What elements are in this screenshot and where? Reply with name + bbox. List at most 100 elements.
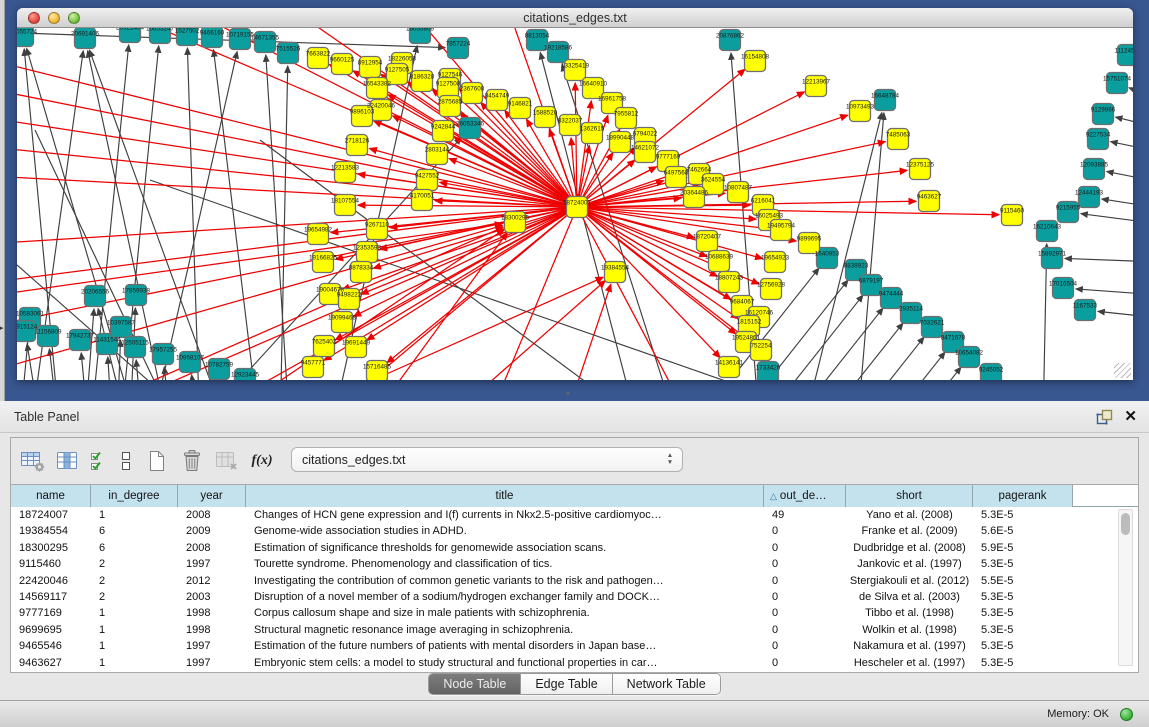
column-header-pagerank[interactable]: pagerank xyxy=(973,485,1073,507)
close-panel-icon[interactable]: ✕ xyxy=(1124,408,1137,426)
table-row[interactable]: 946362711997Embryonic stem cells: a mode… xyxy=(11,655,1138,671)
table-row[interactable]: 1830029562008Estimation of significance … xyxy=(11,540,1138,556)
cell-title[interactable]: Genome-wide association studies in ADHD. xyxy=(246,523,764,539)
graph-edge[interactable] xyxy=(874,367,961,380)
column-header-name[interactable]: name xyxy=(11,485,91,507)
cell-year[interactable]: 1997 xyxy=(178,638,246,654)
graph-edge[interactable] xyxy=(187,48,200,380)
graph-edge[interactable] xyxy=(387,207,577,363)
cell-short[interactable]: Nakamura et al. (1997) xyxy=(846,638,973,654)
cell-name[interactable]: 18724007 xyxy=(11,507,91,523)
cell-year[interactable]: 2008 xyxy=(178,507,246,523)
cell-short[interactable]: de Silva et al. (2003) xyxy=(846,589,973,605)
cell-pagerank[interactable]: 5.3E-5 xyxy=(973,655,1073,671)
cell-name[interactable]: 9699695 xyxy=(11,622,91,638)
graph-edge[interactable] xyxy=(17,145,577,207)
graph-edge[interactable] xyxy=(1102,199,1133,208)
network-canvas[interactable]: 1872400718300295193845541405572420691406… xyxy=(17,28,1133,380)
cell-title[interactable]: Estimation of significance thresholds fo… xyxy=(246,540,764,556)
resize-grip[interactable] xyxy=(1114,363,1131,378)
cell-pagerank[interactable]: 5.3E-5 xyxy=(973,507,1073,523)
cell-short[interactable]: Tibbo et al. (1998) xyxy=(846,605,973,621)
cell-pagerank[interactable]: 5.3E-5 xyxy=(973,605,1073,621)
cell-indegree[interactable]: 2 xyxy=(91,573,178,589)
table-row[interactable]: 977716911998Corpus callosum shape and si… xyxy=(11,605,1138,621)
graph-edge[interactable] xyxy=(1081,214,1133,224)
cell-title[interactable]: Corpus callosum shape and size in male p… xyxy=(246,605,764,621)
table-mode-icon[interactable] xyxy=(19,446,47,476)
graph-edge[interactable] xyxy=(360,233,507,380)
cell-indegree[interactable]: 1 xyxy=(91,655,178,671)
cell-pagerank[interactable]: 5.3E-5 xyxy=(973,589,1073,605)
graph-edge[interactable] xyxy=(17,55,577,207)
table-row[interactable]: 2242004622012Investigating the contribut… xyxy=(11,573,1138,589)
cell-short[interactable]: Jankovic et al. (1997) xyxy=(846,556,973,572)
show-columns-icon[interactable] xyxy=(54,446,82,476)
cell-indegree[interactable]: 1 xyxy=(91,638,178,654)
cell-indegree[interactable]: 6 xyxy=(91,523,178,539)
delete-column-icon[interactable] xyxy=(178,446,206,476)
cell-title[interactable]: Embryonic stem cells: a model to study s… xyxy=(246,655,764,671)
network-view[interactable]: 1872400718300295193845541405572420691406… xyxy=(17,28,1133,380)
table-vertical-scrollbar[interactable] xyxy=(1118,509,1133,666)
cell-short[interactable]: Hescheler et al. (1997) xyxy=(846,655,973,671)
cell-pagerank[interactable]: 5.3E-5 xyxy=(973,556,1073,572)
cell-name[interactable]: 9463627 xyxy=(11,655,91,671)
collapsed-left-panel-strip[interactable]: ▸ xyxy=(0,0,5,401)
graph-edge[interactable] xyxy=(776,295,863,380)
column-header-short[interactable]: short xyxy=(846,485,973,507)
graph-edge[interactable] xyxy=(1076,289,1133,295)
column-header-year[interactable]: year xyxy=(178,485,246,507)
graph-edge[interactable] xyxy=(17,207,577,245)
cell-short[interactable]: Dudbridge et al. (2008) xyxy=(846,540,973,556)
cell-name[interactable]: 9777169 xyxy=(11,605,91,621)
cell-indegree[interactable]: 6 xyxy=(91,540,178,556)
cell-outde[interactable]: 0 xyxy=(764,556,846,572)
cell-name[interactable]: 9465546 xyxy=(11,638,91,654)
cell-short[interactable]: Yano et al. (2008) xyxy=(846,507,973,523)
cell-pagerank[interactable]: 5.5E-5 xyxy=(973,573,1073,589)
cell-outde[interactable]: 0 xyxy=(764,589,846,605)
graph-edge[interactable] xyxy=(17,175,577,207)
cell-name[interactable]: 22420046 xyxy=(11,573,91,589)
cell-indegree[interactable]: 1 xyxy=(91,605,178,621)
function-builder-icon[interactable]: f(x) xyxy=(248,446,276,476)
cell-year[interactable]: 2008 xyxy=(178,540,246,556)
cell-pagerank[interactable]: 5.3E-5 xyxy=(973,638,1073,654)
cell-short[interactable]: Stergiakouli et al. (2012) xyxy=(846,573,973,589)
graph-edge[interactable] xyxy=(1065,258,1133,262)
graph-edge[interactable] xyxy=(1116,117,1133,128)
table-source-select[interactable]: citations_edges.txt ▲▼ xyxy=(291,447,683,472)
graph-edge[interactable] xyxy=(858,113,884,380)
table-row[interactable]: 969969511998Structural magnetic resonanc… xyxy=(11,622,1138,638)
graph-edge[interactable] xyxy=(361,207,577,294)
cell-outde[interactable]: 0 xyxy=(764,540,846,556)
cell-title[interactable]: Structural magnetic resonance image aver… xyxy=(246,622,764,638)
cell-year[interactable]: 2003 xyxy=(178,589,246,605)
table-row[interactable]: 1456911722003Disruption of a novel membe… xyxy=(11,589,1138,605)
new-column-icon[interactable] xyxy=(143,446,171,476)
cell-short[interactable]: Franke et al. (2009) xyxy=(846,523,973,539)
column-header-outde[interactable]: △out_de… xyxy=(764,485,846,507)
graph-edge[interactable] xyxy=(1111,142,1133,152)
cell-outde[interactable]: 0 xyxy=(764,638,846,654)
table-row[interactable]: 911546021997Tourette syndrome. Phenomeno… xyxy=(11,556,1138,572)
graph-edge[interactable] xyxy=(81,353,88,380)
cell-title[interactable]: Tourette syndrome. Phenomenology and cla… xyxy=(246,556,764,572)
memory-ok-indicator[interactable] xyxy=(1120,708,1133,721)
table-row[interactable]: 946554611997Estimation of the future num… xyxy=(11,638,1138,654)
cell-short[interactable]: Wolkin et al. (1998) xyxy=(846,622,973,638)
cell-outde[interactable]: 0 xyxy=(764,605,846,621)
graph-edge[interactable] xyxy=(837,337,924,380)
cell-outde[interactable]: 49 xyxy=(764,507,846,523)
cell-year[interactable]: 1998 xyxy=(178,622,246,638)
cell-title[interactable]: Changes of HCN gene expression and I(f) … xyxy=(246,507,764,523)
graph-edge[interactable] xyxy=(577,207,762,259)
cell-outde[interactable]: 0 xyxy=(764,655,846,671)
cell-pagerank[interactable]: 5.6E-5 xyxy=(973,523,1073,539)
graph-edge[interactable] xyxy=(796,308,883,380)
window-titlebar[interactable]: citations_edges.txt xyxy=(17,8,1133,28)
cell-year[interactable]: 1997 xyxy=(178,655,246,671)
graph-edge[interactable] xyxy=(449,159,577,207)
graph-edge[interactable] xyxy=(17,207,577,285)
